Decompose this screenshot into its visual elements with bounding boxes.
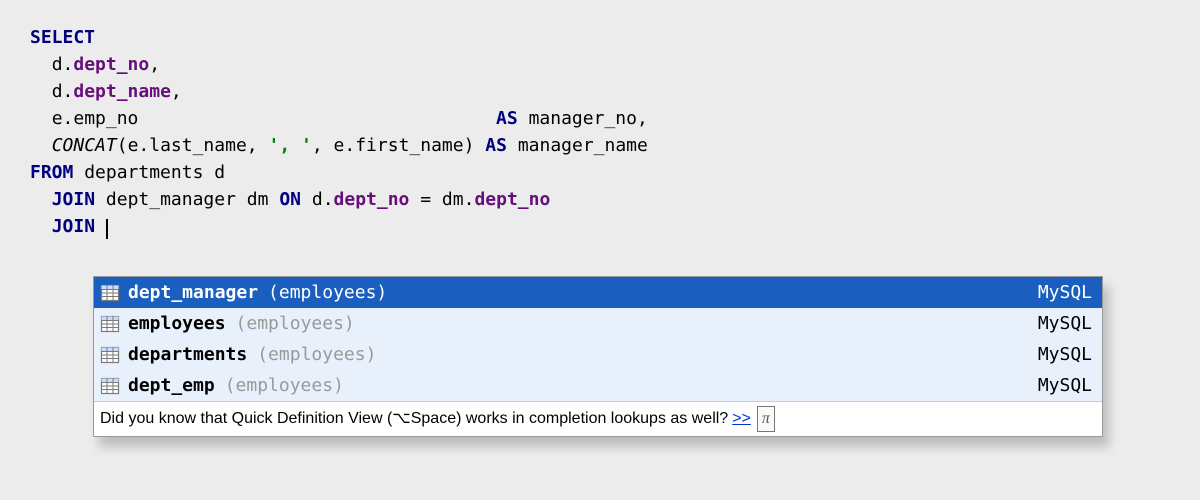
completion-item[interactable]: employees (employees) MySQL [94, 308, 1102, 339]
completion-item[interactable]: dept_manager (employees) MySQL [94, 277, 1102, 308]
code-line: CONCAT(e.last_name, ', ', e.first_name) … [30, 132, 1170, 159]
table-icon [100, 314, 120, 334]
code-line: d.dept_name, [30, 78, 1170, 105]
completion-item[interactable]: dept_emp (employees) MySQL [94, 370, 1102, 401]
sql-editor[interactable]: SELECT d.dept_no, d.dept_name, e.emp_no … [0, 0, 1200, 264]
code-line: JOIN dept_manager dm ON d.dept_no = dm.d… [30, 186, 1170, 213]
completion-hint: Did you know that Quick Definition View … [94, 401, 1102, 436]
completion-label: employees [128, 310, 226, 337]
keyword-select: SELECT [30, 27, 95, 48]
completion-source: MySQL [1038, 341, 1092, 368]
hint-text: Did you know that Quick Definition View … [100, 407, 728, 431]
pi-icon[interactable]: π [757, 406, 775, 432]
completion-schema: (employees) [257, 341, 376, 368]
table-icon [100, 283, 120, 303]
code-line: d.dept_no, [30, 51, 1170, 78]
completion-source: MySQL [1038, 310, 1092, 337]
completion-label: departments [128, 341, 247, 368]
text-caret [106, 219, 108, 239]
code-line: SELECT [30, 24, 1170, 51]
table-icon [100, 345, 120, 365]
hint-next-link[interactable]: >> [732, 407, 751, 431]
completion-popup[interactable]: dept_manager (employees) MySQL employees (e… [93, 276, 1103, 437]
completion-source: MySQL [1038, 372, 1092, 399]
code-line: JOIN [30, 213, 1170, 240]
completion-source: MySQL [1038, 279, 1092, 306]
completion-item[interactable]: departments (employees) MySQL [94, 339, 1102, 370]
completion-schema: (employees) [268, 279, 387, 306]
completion-label: dept_manager [128, 279, 258, 306]
completion-schema: (employees) [236, 310, 355, 337]
completion-schema: (employees) [225, 372, 344, 399]
code-line: e.emp_no AS manager_no, [30, 105, 1170, 132]
completion-label: dept_emp [128, 372, 215, 399]
code-line: FROM departments d [30, 159, 1170, 186]
table-icon [100, 376, 120, 396]
